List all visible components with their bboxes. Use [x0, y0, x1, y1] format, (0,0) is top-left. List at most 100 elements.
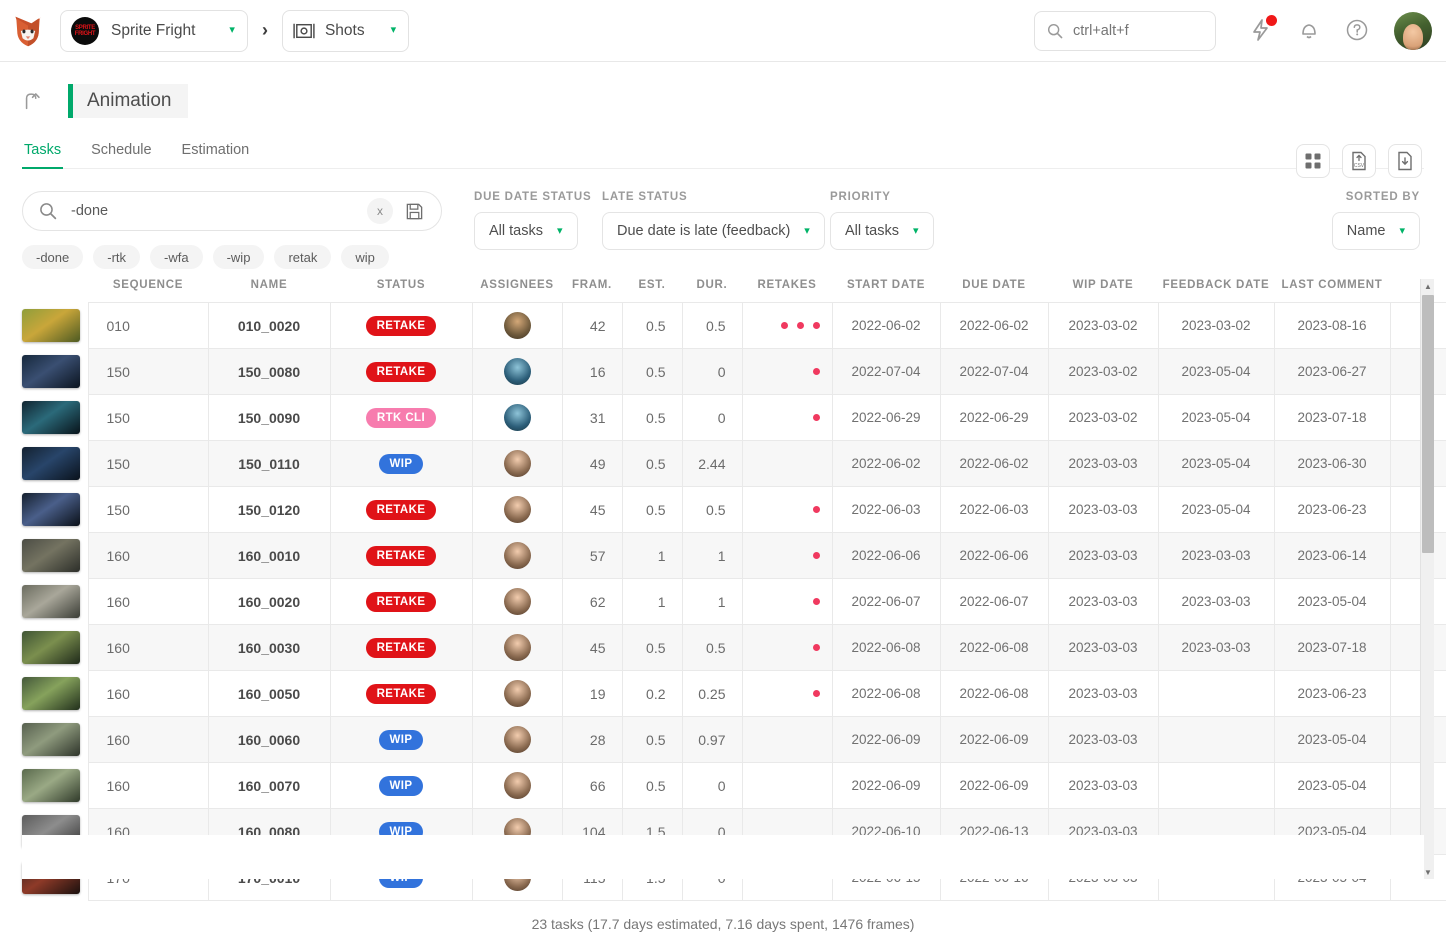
col-last-comment[interactable]: LAST COMMENT	[1274, 279, 1390, 303]
cell-sequence[interactable]: 150	[87, 440, 209, 487]
row-thumbnail-cell[interactable]	[22, 486, 88, 533]
cell-frames[interactable]: 57	[561, 532, 623, 579]
flash-button[interactable]	[1247, 15, 1277, 46]
cell-est[interactable]: 1.5	[621, 854, 683, 901]
cell-frames[interactable]: 31	[561, 394, 623, 441]
cell-due-date[interactable]: 2022-06-09	[939, 716, 1049, 763]
cell-name[interactable]: 160_0060	[207, 716, 331, 763]
cell-dur[interactable]: 0.5	[681, 486, 743, 533]
cell-frames[interactable]: 16	[561, 348, 623, 395]
assignee-avatar[interactable]	[503, 680, 531, 707]
chip-1[interactable]: -rtk	[93, 245, 141, 269]
assignee-avatar[interactable]	[503, 864, 531, 891]
cell-due-date[interactable]: 2022-06-08	[939, 624, 1049, 671]
back-arrow-icon[interactable]	[22, 90, 44, 112]
project-selector[interactable]: SPRITE FRIGHT Sprite Fright ▾	[60, 9, 248, 52]
tab-estimation[interactable]: Estimation	[180, 142, 252, 169]
assignee-avatar[interactable]	[503, 450, 531, 477]
cell-retakes[interactable]	[741, 394, 833, 441]
cell-est[interactable]: 0.5	[621, 486, 683, 533]
cell-est[interactable]: 0.5	[621, 440, 683, 487]
cell-assignees[interactable]	[471, 302, 563, 349]
row-thumbnail-cell[interactable]	[22, 854, 88, 901]
cell-last-comment[interactable]: 2023-05-04	[1273, 578, 1391, 625]
cell-start-date[interactable]: 2022-06-02	[831, 440, 941, 487]
cell-due-date[interactable]: 2022-06-13	[939, 808, 1049, 855]
table-row[interactable]: 160 160_0060 WIP 28 0.5 0.97 2022-06-09 …	[22, 716, 1446, 763]
cell-frames[interactable]: 19	[561, 670, 623, 717]
cell-feedback-date[interactable]	[1157, 716, 1275, 763]
cell-wip-date[interactable]: 2023-03-03	[1047, 854, 1159, 901]
global-search-input[interactable]	[1073, 23, 1203, 39]
row-thumbnail-cell[interactable]	[22, 394, 88, 441]
cell-start-date[interactable]: 2022-06-10	[831, 808, 941, 855]
shot-thumbnail[interactable]	[22, 631, 80, 664]
cell-name[interactable]: 160_0010	[207, 532, 331, 579]
row-thumbnail-cell[interactable]	[22, 670, 88, 717]
cell-est[interactable]: 1	[621, 532, 683, 579]
col-feedback-date[interactable]: FEEDBACK DATE	[1158, 279, 1274, 303]
cell-assignees[interactable]	[471, 670, 563, 717]
cell-due-date[interactable]: 2022-07-04	[939, 348, 1049, 395]
cell-due-date[interactable]: 2022-06-29	[939, 394, 1049, 441]
col-retakes[interactable]: RETAKES	[742, 279, 832, 303]
cell-retakes[interactable]	[741, 532, 833, 579]
assignee-avatar[interactable]	[503, 542, 531, 569]
scrollbar-thumb[interactable]	[1422, 295, 1434, 553]
cell-wip-date[interactable]: 2023-03-02	[1047, 302, 1159, 349]
cell-wip-date[interactable]: 2023-03-03	[1047, 762, 1159, 809]
cell-feedback-date[interactable]: 2023-03-03	[1157, 578, 1275, 625]
cell-sequence[interactable]: 160	[87, 762, 209, 809]
status-badge[interactable]: RETAKE	[365, 499, 437, 520]
cell-dur[interactable]: 0.25	[681, 670, 743, 717]
status-badge[interactable]: RETAKE	[365, 637, 437, 658]
table-row[interactable]: 160 160_0020 RETAKE 62 1 1 2022-06-07 20…	[22, 578, 1446, 625]
cell-est[interactable]: 0.5	[621, 624, 683, 671]
cell-feedback-date[interactable]	[1157, 854, 1275, 901]
cell-dur[interactable]: 0	[681, 394, 743, 441]
assignee-avatar[interactable]	[503, 496, 531, 523]
task-search[interactable]: x	[22, 191, 442, 231]
chip-3[interactable]: -wip	[212, 245, 265, 269]
save-search-button[interactable]	[401, 198, 427, 224]
cell-wip-date[interactable]: 2023-03-02	[1047, 348, 1159, 395]
cell-sequence[interactable]: 160	[87, 670, 209, 717]
cell-frames[interactable]: 45	[561, 486, 623, 533]
cell-wip-date[interactable]: 2023-03-03	[1047, 624, 1159, 671]
row-thumbnail-cell[interactable]	[22, 716, 88, 763]
cell-due-date[interactable]: 2022-06-07	[939, 578, 1049, 625]
cell-assignees[interactable]	[471, 440, 563, 487]
cell-start-date[interactable]: 2022-06-03	[831, 486, 941, 533]
col-status[interactable]: STATUS	[330, 279, 472, 303]
cell-sequence[interactable]: 160	[87, 532, 209, 579]
cell-wip-date[interactable]: 2023-03-03	[1047, 532, 1159, 579]
cell-due-date[interactable]: 2022-06-08	[939, 670, 1049, 717]
table-row[interactable]: 010 010_0020 RETAKE 42 0.5 0.5 2022-06-0…	[22, 302, 1446, 349]
cell-frames[interactable]: 49	[561, 440, 623, 487]
cell-due-date[interactable]: 2022-06-09	[939, 762, 1049, 809]
assignee-avatar[interactable]	[503, 404, 531, 431]
chip-0[interactable]: -done	[22, 245, 84, 269]
cell-name[interactable]: 160_0020	[207, 578, 331, 625]
cell-assignees[interactable]	[471, 624, 563, 671]
cell-name[interactable]: 170_0010	[207, 854, 331, 901]
row-thumbnail-cell[interactable]	[22, 762, 88, 809]
cell-wip-date[interactable]: 2023-03-02	[1047, 394, 1159, 441]
cell-name[interactable]: 150_0090	[207, 394, 331, 441]
cell-last-comment[interactable]: 2023-06-27	[1273, 348, 1391, 395]
cell-feedback-date[interactable]: 2023-03-02	[1157, 302, 1275, 349]
cell-est[interactable]: 1.5	[621, 808, 683, 855]
cell-frames[interactable]: 42	[561, 302, 623, 349]
status-badge[interactable]: RETAKE	[365, 315, 437, 336]
priority-dropdown[interactable]: All tasks ▾	[830, 212, 934, 250]
assignee-avatar[interactable]	[503, 634, 531, 661]
cell-sequence[interactable]: 160	[87, 808, 209, 855]
cell-due-date[interactable]: 2022-06-06	[939, 532, 1049, 579]
tab-schedule[interactable]: Schedule	[89, 142, 153, 169]
status-badge[interactable]: WIP	[378, 775, 424, 796]
cell-dur[interactable]: 2.44	[681, 440, 743, 487]
cell-wip-date[interactable]: 2023-03-03	[1047, 716, 1159, 763]
cell-est[interactable]: 1	[621, 578, 683, 625]
due-date-status-dropdown[interactable]: All tasks ▾	[474, 212, 578, 250]
cell-assignees[interactable]	[471, 808, 563, 855]
